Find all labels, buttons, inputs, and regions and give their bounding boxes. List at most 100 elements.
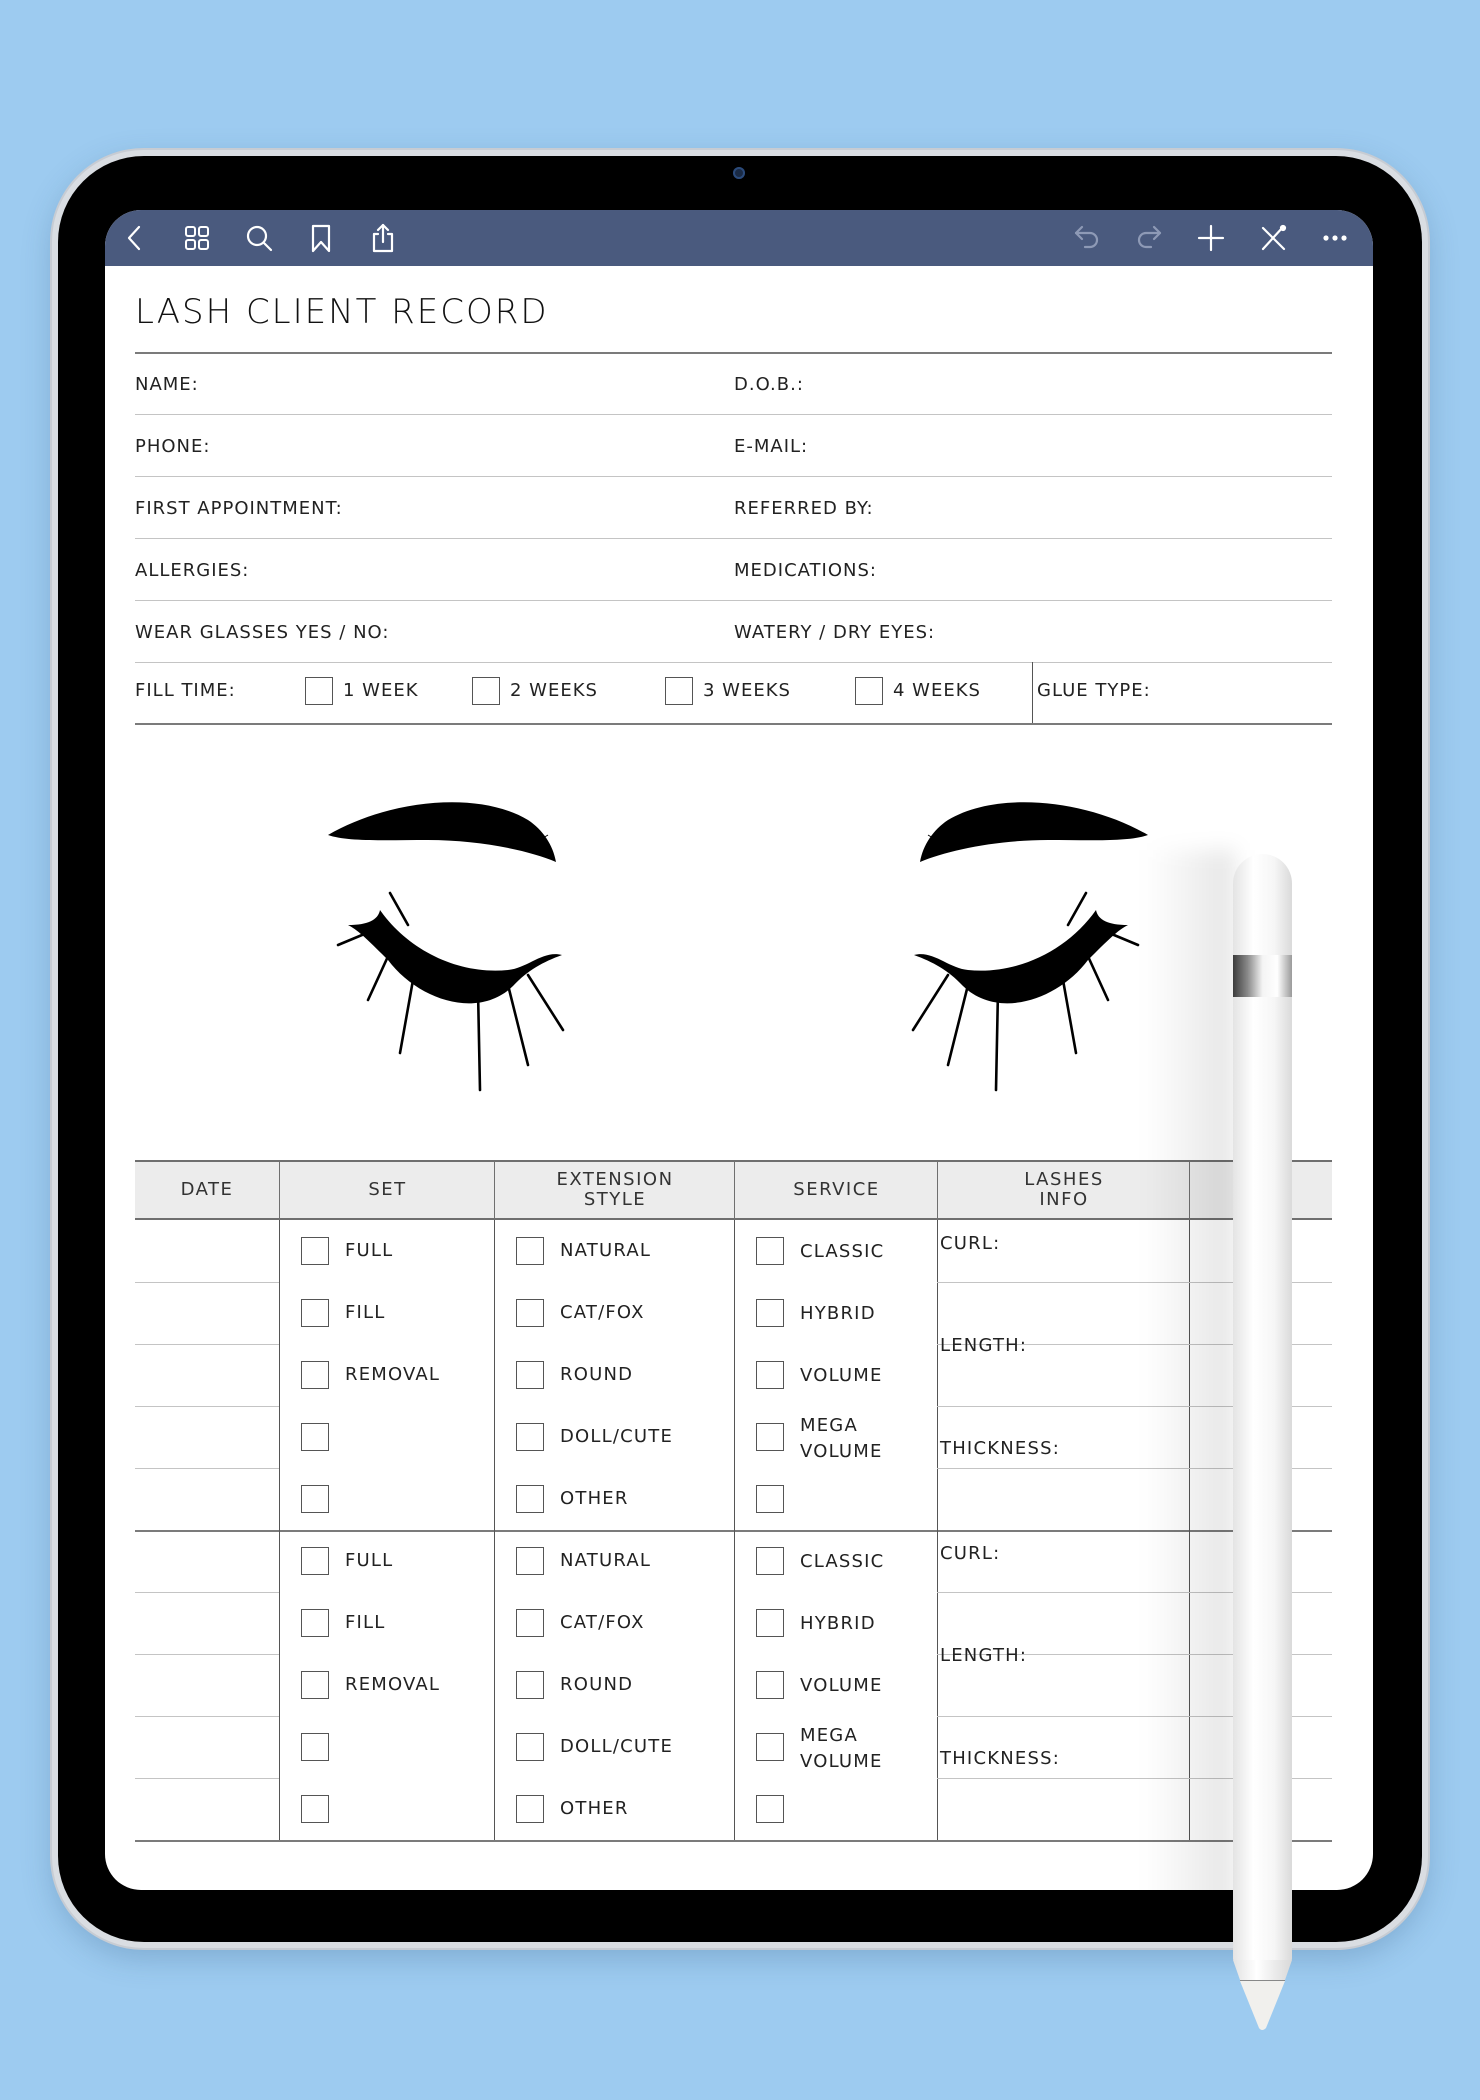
- header-set: SET: [279, 1162, 495, 1218]
- grid-icon[interactable]: [181, 222, 213, 254]
- fill-2-weeks-label: 2 WEEKS: [510, 680, 598, 701]
- set-checkbox[interactable]: [301, 1733, 329, 1761]
- service-checkbox[interactable]: [756, 1609, 784, 1637]
- header-date: DATE: [180, 1179, 234, 1200]
- date-row-line[interactable]: [135, 1282, 279, 1283]
- style-checkbox[interactable]: [516, 1609, 544, 1637]
- set-checkbox[interactable]: [301, 1671, 329, 1699]
- lash-info-label[interactable]: CURL:: [940, 1232, 1000, 1256]
- style-checkbox[interactable]: [516, 1733, 544, 1761]
- glue-type-label[interactable]: GLUE TYPE:: [1037, 680, 1151, 701]
- lash-info-label[interactable]: THICKNESS:: [940, 1747, 1060, 1771]
- date-row-line[interactable]: [135, 1592, 279, 1593]
- column-divider: [734, 1220, 735, 1530]
- date-row-line[interactable]: [135, 1406, 279, 1407]
- style-checkbox[interactable]: [516, 1423, 544, 1451]
- pencil-band: [1233, 955, 1292, 997]
- right-eyebrow: [920, 802, 1148, 862]
- set-option-label: FULL: [345, 1240, 394, 1261]
- search-icon[interactable]: [243, 222, 275, 254]
- column-divider: [937, 1220, 938, 1530]
- service-option-label: CLASSIC: [800, 1551, 885, 1572]
- service-checkbox[interactable]: [756, 1485, 784, 1513]
- undo-icon[interactable]: [1071, 222, 1103, 254]
- date-row-line[interactable]: [135, 1344, 279, 1345]
- field-label-right[interactable]: WATERY / DRY EYES:: [734, 622, 935, 643]
- date-row-line[interactable]: [135, 1468, 279, 1469]
- lash-info-label[interactable]: LENGTH:: [940, 1644, 1027, 1668]
- service-checkbox[interactable]: [756, 1299, 784, 1327]
- style-option-label: DOLL/CUTE: [560, 1426, 674, 1447]
- date-row-line[interactable]: [135, 1716, 279, 1717]
- style-checkbox[interactable]: [516, 1547, 544, 1575]
- set-checkbox[interactable]: [301, 1237, 329, 1265]
- field-label-right[interactable]: E-MAIL:: [734, 436, 808, 457]
- column-divider: [279, 1530, 280, 1840]
- eyes-illustration: [328, 802, 1148, 1092]
- set-checkbox[interactable]: [301, 1485, 329, 1513]
- right-eye: [911, 802, 1148, 1092]
- style-option-label: ROUND: [560, 1674, 634, 1695]
- service-checkbox[interactable]: [756, 1671, 784, 1699]
- style-checkbox[interactable]: [516, 1795, 544, 1823]
- bookmark-icon[interactable]: [305, 222, 337, 254]
- column-divider: [494, 1530, 495, 1840]
- column-divider: [494, 1220, 495, 1530]
- set-option-label: REMOVAL: [345, 1364, 441, 1385]
- lash-info-label[interactable]: THICKNESS:: [940, 1437, 1060, 1461]
- camera-icon: [733, 167, 745, 179]
- date-row-line[interactable]: [135, 1654, 279, 1655]
- set-option-label: FULL: [345, 1550, 394, 1571]
- field-label-left[interactable]: FIRST APPOINTMENT:: [135, 498, 343, 519]
- service-checkbox[interactable]: [756, 1547, 784, 1575]
- lash-info-label[interactable]: LENGTH:: [940, 1334, 1027, 1358]
- style-checkbox[interactable]: [516, 1671, 544, 1699]
- style-checkbox[interactable]: [516, 1361, 544, 1389]
- service-checkbox[interactable]: [756, 1423, 784, 1451]
- set-checkbox[interactable]: [301, 1609, 329, 1637]
- set-checkbox[interactable]: [301, 1795, 329, 1823]
- fill-4-weeks-checkbox[interactable]: [855, 677, 883, 705]
- header-extension-style: EXTENSION STYLE: [494, 1162, 735, 1218]
- field-label-right[interactable]: D.O.B.:: [734, 374, 804, 395]
- field-label-left[interactable]: WEAR GLASSES YES / NO:: [135, 622, 389, 643]
- share-icon[interactable]: [367, 222, 399, 254]
- service-checkbox[interactable]: [756, 1733, 784, 1761]
- stylus-pencil: [1233, 854, 1292, 1964]
- add-icon[interactable]: [1195, 222, 1227, 254]
- field-label-left[interactable]: PHONE:: [135, 436, 210, 457]
- service-checkbox[interactable]: [756, 1795, 784, 1823]
- service-checkbox[interactable]: [756, 1361, 784, 1389]
- set-checkbox[interactable]: [301, 1299, 329, 1327]
- fill-3-weeks-checkbox[interactable]: [665, 677, 693, 705]
- field-label-left[interactable]: ALLERGIES:: [135, 560, 249, 581]
- column-divider: [937, 1530, 938, 1840]
- fill-1-week-checkbox[interactable]: [305, 677, 333, 705]
- left-eye: [328, 802, 565, 1092]
- back-icon[interactable]: [119, 222, 151, 254]
- field-divider: [135, 600, 1332, 601]
- redo-icon[interactable]: [1133, 222, 1165, 254]
- set-checkbox[interactable]: [301, 1547, 329, 1575]
- lash-info-label[interactable]: CURL:: [940, 1542, 1000, 1566]
- style-checkbox[interactable]: [516, 1485, 544, 1513]
- service-option-label: MEGA VOLUME: [800, 1415, 883, 1462]
- service-checkbox[interactable]: [756, 1237, 784, 1265]
- fill-2-weeks-checkbox[interactable]: [472, 677, 500, 705]
- date-row-line[interactable]: [135, 1778, 279, 1779]
- service-option-label: HYBRID: [800, 1613, 876, 1634]
- style-checkbox[interactable]: [516, 1237, 544, 1265]
- style-checkbox[interactable]: [516, 1299, 544, 1327]
- header-service: SERVICE: [734, 1162, 938, 1218]
- field-label-left[interactable]: NAME:: [135, 374, 199, 395]
- page-title: LASH CLIENT RECORD: [135, 292, 549, 332]
- more-icon[interactable]: [1319, 222, 1351, 254]
- field-label-right[interactable]: REFERRED BY:: [734, 498, 874, 519]
- field-label-right[interactable]: MEDICATIONS:: [734, 560, 877, 581]
- set-checkbox[interactable]: [301, 1361, 329, 1389]
- field-divider: [135, 662, 1332, 663]
- set-checkbox[interactable]: [301, 1423, 329, 1451]
- service-option-label: VOLUME: [800, 1365, 883, 1386]
- set-option-label: FILL: [345, 1612, 386, 1633]
- pencil-close-icon[interactable]: [1257, 222, 1289, 254]
